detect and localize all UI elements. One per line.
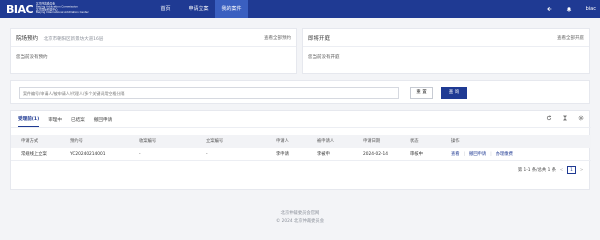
col-status: 状态 [410,139,419,144]
search-panel: 重 置 查 询 [10,80,590,104]
current-page-button[interactable]: 1 [567,166,576,174]
back-icon[interactable] [546,6,552,12]
venue-booking-card: 院场预约 北京市朝阳区新景坊大道16层 查看全部预约 您当前没有预约 [10,28,297,74]
venue-card-address: 北京市朝阳区新景坊大道16层 [43,36,104,42]
biac-logo[interactable]: BIAC 北京仲裁委员会 Beijing Arbitration Commiss… [6,2,146,15]
query-button[interactable]: 查 询 [441,87,467,99]
action-divider: | [490,152,492,157]
table-toolbar [546,115,584,121]
logo-line-en-2: Beijing International Arbitration Center [36,11,89,15]
session-card-empty-text: 您当前没有开庭 [308,55,340,60]
prev-page-button[interactable]: < [559,168,564,173]
tab-closed[interactable]: 已结案 [71,117,85,127]
pagination-summary: 第 1-1 条/总共 1 条 [517,168,556,173]
settings-icon[interactable] [578,115,584,121]
refresh-icon[interactable] [546,115,552,121]
column-height-icon[interactable] [562,115,568,121]
case-status-tabs: 受理前(1) 审理中 已结案 撤回申请 [11,111,591,128]
col-receipt-no: 收案编号 [139,139,157,144]
col-applicant: 申请人 [276,139,289,144]
tab-in-trial[interactable]: 审理中 [48,117,62,127]
cell-filing-no: - [206,152,208,157]
venue-card-title: 院场预约 [16,35,39,42]
nav-apply-filing[interactable]: 申请立案 [182,0,215,18]
tab-pre-acceptance[interactable]: 受理前(1) [18,116,40,127]
upcoming-session-card: 即将开庭 查看全部开庭 您当前没有开庭 [302,28,590,74]
bell-icon[interactable] [566,6,572,12]
main-nav: 首页 申请立案 我的案件 [149,0,248,18]
tab-withdrawn[interactable]: 撤回申请 [94,117,112,127]
cell-status: 审核中 [410,152,423,157]
logo-mark: BIAC [6,2,34,16]
view-link[interactable]: 查看 [451,152,460,157]
page-footer: 北京仲裁委员会官网 © 2024 北京仲裁委员会 [0,210,600,226]
col-booking-no: 预约号 [70,139,83,144]
top-header: BIAC 北京仲裁委员会 Beijing Arbitration Commiss… [0,0,600,18]
col-actions: 操作 [451,139,460,144]
footer-site-link[interactable]: 北京仲裁委员会官网 [0,210,600,218]
session-card-title: 即将开庭 [308,35,331,42]
withdraw-link[interactable]: 撤回申请 [469,152,486,157]
nav-home[interactable]: 首页 [149,0,182,18]
header-right: biac [546,0,596,18]
col-date: 申请日期 [363,139,381,144]
footer-copyright: © 2024 北京仲裁委员会 [275,219,325,224]
session-card-header: 即将开庭 查看全部开庭 [303,29,589,47]
cell-actions: 查看 | 撤回申请 | 办理缴费 [451,148,513,161]
col-respondent: 被申请人 [317,139,335,144]
cell-receipt-no: - [139,152,141,157]
pagination: 第 1-1 条/总共 1 条 < 1 > [518,166,584,174]
user-name[interactable]: biac [586,6,596,12]
view-all-sessions-link[interactable]: 查看全部开庭 [557,35,584,41]
table-row: 常规线上立案 YC20240214001 - - 李申请 李被申 2024-02… [11,148,591,161]
nav-my-cases[interactable]: 我的案件 [215,0,248,18]
venue-card-header: 院场预约 北京市朝阳区新景坊大道16层 查看全部预约 [11,29,296,47]
cell-date: 2024-02-14 [363,152,388,157]
logo-text: 北京仲裁委员会 Beijing Arbitration Commission 北… [36,3,89,15]
view-all-bookings-link[interactable]: 查看全部预约 [264,35,291,41]
cell-respondent: 李被申 [317,152,330,157]
case-list-panel: 受理前(1) 审理中 已结案 撤回申请 申请方式 预约号 收案编号 立案编号 申… [10,110,591,190]
venue-card-title-group: 院场预约 北京市朝阳区新景坊大道16层 [16,34,103,42]
table-header: 申请方式 预约号 收案编号 立案编号 申请人 被申请人 申请日期 状态 操作 [11,135,591,148]
cell-applicant: 李申请 [276,152,289,157]
action-divider: | [463,152,466,157]
pay-fee-link[interactable]: 办理缴费 [496,152,513,157]
reset-button[interactable]: 重 置 [410,87,433,99]
col-method: 申请方式 [21,139,39,144]
case-search-input[interactable] [19,87,399,99]
next-page-button[interactable]: > [579,168,584,173]
col-filing-no: 立案编号 [206,139,224,144]
cell-method: 常规线上立案 [21,152,47,157]
cell-booking-no: YC20240214001 [70,152,106,157]
venue-card-empty-text: 您当前没有预约 [16,55,48,60]
